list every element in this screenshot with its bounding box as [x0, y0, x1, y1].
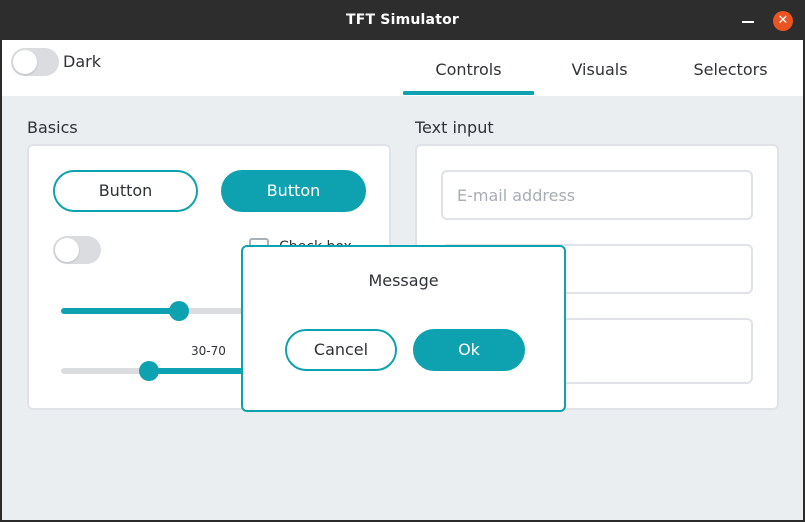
filled-button[interactable]: Button [221, 170, 366, 212]
window-title: TFT Simulator [345, 12, 460, 28]
basics-title: Basics [27, 118, 78, 137]
message-title: Message [368, 271, 439, 290]
close-icon[interactable]: ✕ [773, 11, 793, 31]
toggle-knob [13, 50, 37, 74]
app-content: Dark Controls Visuals Selectors Basics T… [2, 40, 803, 520]
tab-visuals[interactable]: Visuals [534, 60, 665, 79]
window-titlebar: TFT Simulator ✕ [0, 0, 805, 40]
tab-controls[interactable]: Controls [403, 60, 534, 79]
email-field[interactable]: E-mail address [441, 170, 753, 220]
text-input-title: Text input [415, 118, 494, 137]
dark-mode-toggle[interactable] [11, 48, 59, 76]
header-bar: Dark Controls Visuals Selectors [2, 40, 803, 96]
message-box: Message Cancel Ok [241, 245, 566, 412]
switch-knob [55, 238, 79, 262]
outline-button[interactable]: Button [53, 170, 198, 212]
slider-knob[interactable] [169, 301, 189, 321]
minimize-icon[interactable] [742, 21, 754, 23]
range-slider-label: 30-70 [191, 344, 226, 358]
dark-mode-label: Dark [63, 52, 101, 71]
active-tab-indicator [403, 91, 534, 95]
email-placeholder: E-mail address [457, 186, 576, 205]
tab-selectors[interactable]: Selectors [665, 60, 796, 79]
range-slider-knob-low[interactable] [139, 361, 159, 381]
basics-switch[interactable] [53, 236, 101, 264]
slider-fill [61, 308, 179, 314]
cancel-button[interactable]: Cancel [285, 329, 397, 371]
ok-button[interactable]: Ok [413, 329, 525, 371]
